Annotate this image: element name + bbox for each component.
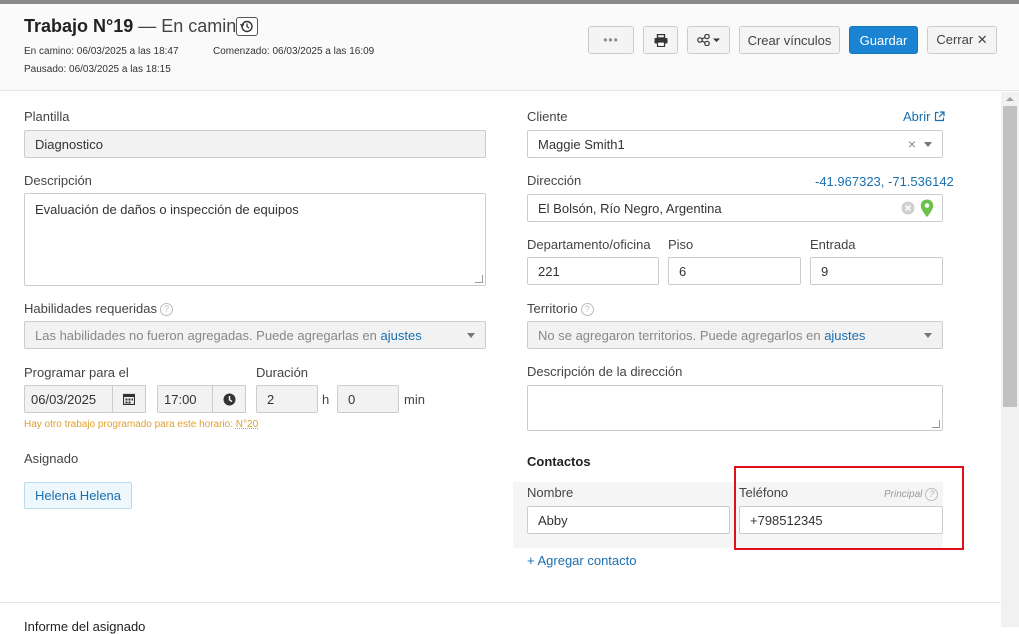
floor-field[interactable]: 6 bbox=[668, 257, 801, 285]
department-label: Departamento/oficina bbox=[527, 237, 651, 252]
conflict-job-link[interactable]: N°20 bbox=[236, 419, 258, 430]
hours-field[interactable]: 2 bbox=[256, 385, 318, 413]
chevron-down-icon bbox=[924, 142, 932, 147]
resize-handle[interactable] bbox=[475, 275, 483, 283]
minutes-unit: min bbox=[404, 392, 425, 407]
open-client-link[interactable]: Abrir bbox=[903, 109, 945, 124]
template-label: Plantilla bbox=[24, 109, 70, 124]
section-divider bbox=[0, 602, 1001, 603]
create-links-button[interactable]: Crear vínculos bbox=[739, 26, 840, 54]
en-camino-time: En camino: 06/03/2025 a las 18:47 bbox=[24, 46, 179, 57]
client-label: Cliente bbox=[527, 109, 568, 124]
contact-name-field[interactable]: Abby bbox=[527, 506, 730, 534]
territory-label: Territorio? bbox=[527, 301, 594, 317]
external-link-icon bbox=[934, 111, 945, 122]
history-icon bbox=[239, 20, 253, 33]
description-text: Evaluación de daños o inspección de equi… bbox=[35, 202, 299, 217]
save-button[interactable]: Guardar bbox=[849, 26, 918, 54]
skills-label-text: Habilidades requeridas bbox=[24, 301, 157, 316]
close-button[interactable]: Cerrar ✕ bbox=[927, 26, 997, 54]
client-value: Maggie Smith1 bbox=[538, 136, 625, 152]
entrance-label: Entrada bbox=[810, 237, 856, 252]
chevron-down-icon bbox=[924, 333, 932, 338]
hours-unit: h bbox=[322, 392, 330, 407]
history-button[interactable] bbox=[236, 17, 258, 36]
clear-icon[interactable] bbox=[901, 201, 915, 215]
more-button[interactable]: ••• bbox=[588, 26, 634, 54]
time-field[interactable]: 17:00 bbox=[157, 385, 213, 413]
printer-icon bbox=[654, 33, 667, 47]
calendar-icon bbox=[123, 393, 135, 405]
clock-button[interactable] bbox=[212, 385, 246, 413]
conflict-text: Hay otro trabajo programado para este ho… bbox=[24, 419, 234, 430]
share-icon bbox=[696, 34, 720, 46]
territory-select[interactable]: No se agregaron territorios. Puede agreg… bbox=[527, 321, 943, 349]
skills-placeholder: Las habilidades no fueron agregadas. Pue… bbox=[35, 327, 377, 343]
schedule-conflict-warning: Hay otro trabajo programado para este ho… bbox=[24, 419, 258, 430]
chevron-down-icon bbox=[467, 333, 475, 338]
contact-name-header: Nombre bbox=[527, 485, 574, 500]
duration-label: Duración bbox=[256, 365, 309, 380]
page-title: Trabajo N°19 — En camino bbox=[24, 16, 246, 37]
floor-label: Piso bbox=[668, 237, 694, 252]
template-field[interactable]: Diagnostico bbox=[24, 130, 486, 158]
highlight-box bbox=[734, 466, 964, 550]
description-label: Descripción bbox=[24, 173, 92, 188]
address-description-label: Descripción de la dirección bbox=[527, 364, 683, 379]
entrance-field[interactable]: 9 bbox=[810, 257, 943, 285]
assigned-label: Asignado bbox=[24, 451, 79, 466]
job-status: — En camino bbox=[138, 16, 247, 36]
schedule-label: Programar para el bbox=[24, 365, 129, 380]
minutes-field[interactable]: 0 bbox=[337, 385, 399, 413]
assignee-chip[interactable]: Helena Helena bbox=[24, 482, 133, 509]
address-label: Dirección bbox=[527, 173, 582, 188]
address-field[interactable]: El Bolsón, Río Negro, Argentina bbox=[527, 194, 943, 222]
department-field[interactable]: 221 bbox=[527, 257, 659, 285]
clock-icon bbox=[223, 393, 235, 405]
address-value: El Bolsón, Río Negro, Argentina bbox=[538, 200, 722, 216]
territory-label-text: Territorio bbox=[527, 301, 578, 316]
print-button[interactable] bbox=[643, 26, 678, 54]
map-pin-icon[interactable] bbox=[920, 199, 934, 218]
description-field[interactable]: Evaluación de daños o inspección de equi… bbox=[24, 193, 486, 286]
scroll-up-icon[interactable] bbox=[1001, 92, 1019, 106]
skills-label: Habilidades requeridas? bbox=[24, 301, 173, 317]
help-icon[interactable]: ? bbox=[580, 303, 594, 317]
open-client-text: Abrir bbox=[903, 109, 931, 124]
territory-settings-link[interactable]: ajustes bbox=[824, 328, 865, 343]
job-header: Trabajo N°19 — En camino En camino: 06/0… bbox=[0, 4, 1019, 91]
skills-settings-link[interactable]: ajustes bbox=[381, 328, 422, 343]
job-number: Trabajo N°19 bbox=[24, 16, 134, 36]
comenzado-time: Comenzado: 06/03/2025 a las 16:09 bbox=[213, 46, 375, 57]
date-field[interactable]: 06/03/2025 bbox=[24, 385, 113, 413]
coordinates-link[interactable]: -41.967323, -71.536142 bbox=[815, 174, 954, 189]
resize-handle[interactable] bbox=[932, 420, 940, 428]
skills-select[interactable]: Las habilidades no fueron agregadas. Pue… bbox=[24, 321, 486, 349]
territory-placeholder: No se agregaron territorios. Puede agreg… bbox=[538, 327, 821, 343]
contacts-heading: Contactos bbox=[527, 454, 591, 469]
add-contact-link[interactable]: + Agregar contacto bbox=[527, 553, 637, 568]
client-select[interactable]: Maggie Smith1 × bbox=[527, 130, 943, 158]
address-description-field[interactable] bbox=[527, 385, 943, 431]
scrollbar-thumb[interactable] bbox=[1003, 106, 1017, 407]
share-button[interactable] bbox=[687, 26, 730, 54]
help-icon[interactable]: ? bbox=[159, 303, 173, 317]
pausado-time: Pausado: 06/03/2025 a las 18:15 bbox=[24, 64, 171, 75]
clear-icon[interactable]: × bbox=[908, 136, 916, 152]
calendar-button[interactable] bbox=[112, 385, 146, 413]
